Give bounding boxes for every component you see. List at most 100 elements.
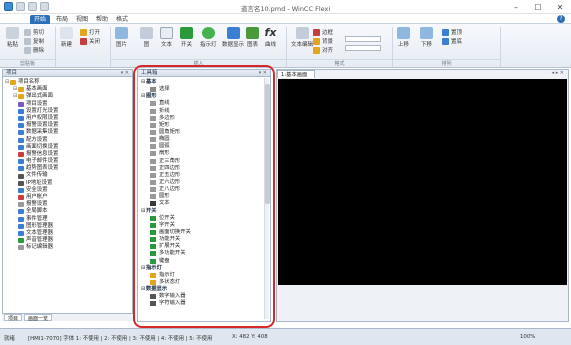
tree-item[interactable]: 文件传输: [5, 172, 132, 179]
tree-item[interactable]: 文本管理器: [5, 230, 132, 237]
send-backward-button[interactable]: 下移: [420, 27, 433, 48]
send-to-back-button[interactable]: 置底: [442, 37, 462, 45]
insert-lamp-button[interactable]: 指示灯: [200, 27, 217, 48]
tree-item[interactable]: ⊟ 弹出式画面: [5, 93, 132, 100]
chart-icon: [246, 27, 259, 39]
tab-view[interactable]: 视图: [76, 15, 88, 24]
font-size-field[interactable]: [345, 36, 381, 42]
status-zoom[interactable]: 100%: [520, 334, 535, 340]
status-coordinates: X: 482 Y: 408: [232, 334, 268, 340]
tree-item[interactable]: 事件管理: [5, 216, 132, 223]
tree-item[interactable]: 声音管理器: [5, 237, 132, 244]
insert-data-display-button[interactable]: 数据显示: [222, 27, 244, 48]
tree-item-label: 配方设置: [26, 136, 48, 143]
paste-label: 粘贴: [6, 42, 18, 48]
tree-item-icon: [18, 108, 24, 114]
tree-item-label: 文件传输: [26, 172, 48, 179]
tree-item[interactable]: 全局脚本: [5, 208, 132, 215]
delete-icon: [24, 46, 31, 54]
tree-item[interactable]: 画面切换设置: [5, 144, 132, 151]
delete-button[interactable]: 删除: [24, 46, 44, 54]
tree-item-icon: [18, 223, 24, 229]
insert-chart-button[interactable]: 图表: [246, 27, 259, 48]
bring-to-front-button[interactable]: 置顶: [442, 28, 462, 36]
tree-item[interactable]: 用户权限设置: [5, 115, 132, 122]
align-label: 对齐: [322, 48, 334, 54]
paste-button[interactable]: 粘贴: [6, 27, 19, 48]
tab-help[interactable]: 帮助: [96, 15, 108, 24]
minimize-button[interactable]: –: [505, 0, 527, 14]
insert-graphic-label: 图: [143, 42, 150, 48]
window-title: 道言名10.pmd - WinCC Flexi: [240, 5, 331, 13]
tree-item-label: IP地址设置: [26, 179, 53, 186]
tree-item[interactable]: 报警信息设置: [5, 151, 132, 158]
tree-item-icon: [18, 173, 24, 179]
tree-item-label: 事件管理: [26, 215, 48, 222]
tab-base-screen[interactable]: 1:基本画面: [277, 70, 315, 78]
line-width-field[interactable]: [345, 45, 381, 51]
insert-picture-button[interactable]: 图片: [115, 27, 128, 48]
help-icon[interactable]: ?: [557, 15, 565, 23]
tree-item-icon: [18, 123, 24, 129]
picture-icon: [115, 27, 128, 39]
send-backward-label: 下移: [420, 42, 432, 48]
highlight-frame: [133, 65, 275, 328]
tree-item[interactable]: 数据采集设置: [5, 129, 132, 136]
border-button[interactable]: 边框: [313, 28, 333, 36]
paste-icon: [6, 27, 19, 39]
tree-item-icon: [18, 94, 24, 100]
tree-item[interactable]: 图形管理器: [5, 223, 132, 230]
tree-item-icon: [18, 144, 24, 150]
text-edit-button[interactable]: 文本编辑: [291, 27, 313, 48]
cut-label: 剪切: [33, 30, 45, 36]
tree-item-label: 项目设置: [26, 100, 48, 107]
group-label-clipboard: 剪贴板: [0, 59, 55, 67]
tab-start[interactable]: 开始: [30, 15, 51, 24]
align-button[interactable]: 对齐: [313, 46, 333, 54]
tree-item[interactable]: 用户帐户: [5, 194, 132, 201]
align-icon: [313, 46, 320, 54]
bring-forward-icon: [397, 27, 410, 39]
tree-item[interactable]: 报警设置: [5, 201, 132, 208]
insert-graphic-button[interactable]: 图: [140, 27, 153, 48]
copy-button[interactable]: 复制: [24, 37, 44, 45]
tree-item[interactable]: 标记编辑器: [5, 244, 132, 251]
tab-format[interactable]: 格式: [116, 15, 128, 24]
tree-item-label: 画面切换设置: [26, 143, 59, 150]
new-label: 新建: [60, 42, 72, 48]
tree-item[interactable]: 安全设置: [5, 187, 132, 194]
insert-text-label: 文本: [160, 42, 172, 48]
tree-item[interactable]: 趋势图表设置: [5, 165, 132, 172]
panel-controls-icon[interactable]: ▾ ✕: [121, 70, 129, 77]
tree-item[interactable]: 项目设置: [5, 101, 132, 108]
insert-switch-button[interactable]: 开关: [180, 27, 193, 48]
text-edit-label: 文本编辑: [291, 42, 314, 48]
editor-controls[interactable]: ◂ ▸ ✕: [552, 70, 564, 76]
insert-text-button[interactable]: 文本: [160, 27, 173, 48]
maximize-button[interactable]: ☐: [527, 0, 549, 14]
tab-screen-list[interactable]: 画面一览: [24, 314, 53, 322]
tree-item[interactable]: ⊟ 基本画面: [5, 86, 132, 93]
send-backward-icon: [420, 27, 433, 39]
open-button[interactable]: 打开: [80, 28, 100, 36]
close-project-button[interactable]: 关闭: [80, 37, 100, 45]
tree-item[interactable]: IP地址设置: [5, 180, 132, 187]
new-button[interactable]: 新建: [60, 27, 73, 48]
tree-item[interactable]: 配方设置: [5, 137, 132, 144]
tab-project[interactable]: 项目: [4, 314, 23, 322]
close-button[interactable]: ✕: [549, 0, 571, 14]
cut-button[interactable]: 剪切: [24, 28, 44, 36]
background-button[interactable]: 背景: [313, 37, 333, 45]
bring-forward-button[interactable]: 上移: [397, 27, 410, 48]
project-panel-header: 项目 ▾ ✕: [3, 70, 132, 77]
insert-switch-label: 开关: [180, 42, 192, 48]
tree-item[interactable]: 设置灯光设置: [5, 108, 132, 115]
tree-item[interactable]: 报警设置设置: [5, 122, 132, 129]
border-icon: [313, 28, 320, 36]
screen-canvas[interactable]: [278, 79, 567, 285]
tab-layout[interactable]: 布局: [56, 15, 68, 24]
tree-item[interactable]: ⊟ 项目名称: [5, 79, 132, 86]
tree-item[interactable]: 电子邮件设置: [5, 158, 132, 165]
insert-fx-button[interactable]: fx 曲线: [264, 27, 277, 49]
bring-to-front-label: 置顶: [451, 30, 463, 36]
